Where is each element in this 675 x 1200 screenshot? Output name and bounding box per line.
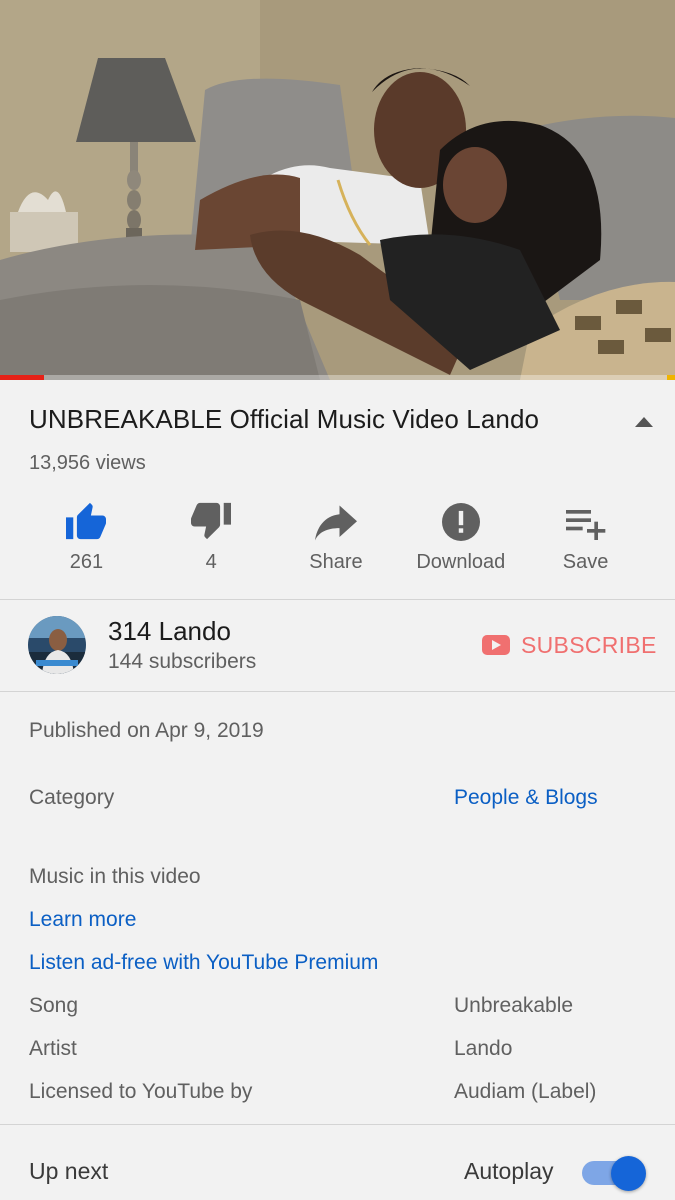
subscriber-count: 144 subscribers: [108, 650, 257, 673]
playlist-add-icon: [565, 510, 605, 540]
divider: [0, 599, 675, 600]
download-button[interactable]: Download: [398, 495, 523, 585]
channel-name[interactable]: 314 Lando: [108, 616, 231, 647]
share-button[interactable]: Share: [274, 495, 399, 585]
licensed-label: Licensed to YouTube by: [29, 1080, 253, 1103]
video-actions-bar: 261 4 Share Download Save: [24, 495, 648, 585]
collapse-description-button[interactable]: [630, 412, 658, 432]
autoplay-label: Autoplay: [464, 1158, 554, 1184]
triangle-up-icon: [635, 417, 653, 427]
video-progress-buffered: [667, 375, 675, 380]
song-label: Song: [29, 994, 79, 1017]
video-progress-bar[interactable]: [0, 375, 675, 380]
autoplay-toggle[interactable]: [582, 1156, 646, 1191]
subscribe-label: SUBSCRIBE: [521, 631, 657, 658]
share-arrow-icon: [314, 505, 357, 541]
video-player[interactable]: [0, 0, 675, 380]
artist-value: Lando: [454, 1037, 513, 1060]
divider: [0, 691, 675, 692]
licensed-value: Audiam (Label): [454, 1080, 597, 1103]
song-value: Unbreakable: [454, 994, 574, 1017]
dislike-button[interactable]: 4: [149, 495, 274, 585]
toggle-knob: [611, 1156, 646, 1191]
save-label: Save: [562, 551, 609, 573]
category-link[interactable]: People & Blogs: [454, 786, 598, 810]
divider: [0, 1124, 675, 1125]
category-label: Category: [29, 786, 115, 809]
thumbs-down-icon: [191, 502, 232, 540]
learn-more-link[interactable]: Learn more: [29, 908, 136, 932]
like-count: 261: [69, 551, 104, 573]
like-button[interactable]: 261: [24, 495, 149, 585]
download-label: Download: [416, 551, 506, 573]
video-title: UNBREAKABLE Official Music Video Lando: [29, 404, 540, 434]
video-progress-played: [0, 375, 44, 380]
youtube-play-icon: [482, 635, 510, 655]
view-count: 13,956 views: [29, 452, 146, 474]
channel-avatar[interactable]: [28, 616, 86, 674]
subscribe-button[interactable]: SUBSCRIBE: [482, 629, 657, 661]
published-date: Published on Apr 9, 2019: [29, 719, 264, 742]
thumbs-up-icon: [66, 502, 107, 540]
save-button[interactable]: Save: [523, 495, 648, 585]
music-section-heading: Music in this video: [29, 865, 201, 888]
share-label: Share: [309, 551, 363, 573]
avatar-image: [28, 616, 86, 674]
alert-circle-icon: [441, 503, 480, 541]
video-frame: [0, 0, 675, 380]
artist-label: Artist: [29, 1037, 77, 1060]
up-next-heading: Up next: [29, 1158, 109, 1184]
premium-link[interactable]: Listen ad-free with YouTube Premium: [29, 951, 378, 975]
dislike-count: 4: [205, 551, 217, 573]
